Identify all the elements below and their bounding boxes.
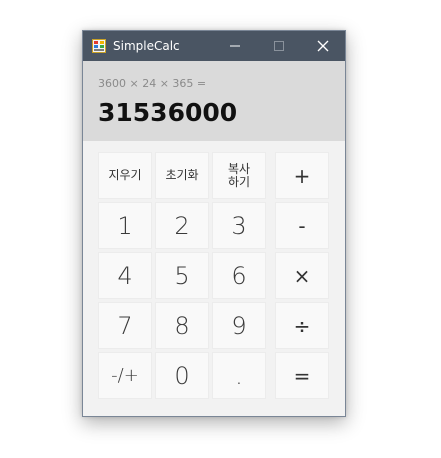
digit-9-label: 9 <box>231 311 247 340</box>
minimize-icon <box>230 45 240 47</box>
digit-8-label: 8 <box>174 311 190 340</box>
decimal-point-label: . <box>235 361 243 390</box>
title-bar[interactable]: SimpleCalc <box>83 31 345 61</box>
copy-button[interactable]: 복사 하기 <box>212 152 266 199</box>
digit-9-button[interactable]: 9 <box>212 302 266 349</box>
digit-7-label: 7 <box>117 311 133 340</box>
calculator-app-icon <box>92 39 106 53</box>
clear-button[interactable]: 지우기 <box>98 152 152 199</box>
copy-label: 복사 하기 <box>227 161 251 189</box>
minus-button[interactable]: - <box>275 202 329 249</box>
display-panel: 3600 × 24 × 365 = 31536000 <box>83 61 345 141</box>
multiply-label: × <box>293 263 311 288</box>
digit-4-label: 4 <box>117 261 133 290</box>
digit-2-label: 2 <box>174 211 190 240</box>
maximize-icon <box>274 41 284 51</box>
negate-label: -/+ <box>111 365 139 386</box>
digit-6-label: 6 <box>231 261 247 290</box>
digit-0-label: 0 <box>174 361 190 390</box>
digit-4-button[interactable]: 4 <box>98 252 152 299</box>
reset-button[interactable]: 초기화 <box>155 152 209 199</box>
plus-label: + <box>293 163 311 188</box>
digit-6-button[interactable]: 6 <box>212 252 266 299</box>
maximize-button[interactable] <box>257 31 301 61</box>
expression-text: 3600 × 24 × 365 = <box>98 77 207 90</box>
digit-2-button[interactable]: 2 <box>155 202 209 249</box>
window-title: SimpleCalc <box>113 39 180 53</box>
negate-button[interactable]: -/+ <box>98 352 152 399</box>
result-text: 31536000 <box>98 98 238 127</box>
divide-button[interactable]: ÷ <box>275 302 329 349</box>
close-button[interactable] <box>301 31 345 61</box>
close-icon <box>317 40 329 52</box>
minus-label: - <box>298 213 306 238</box>
clear-label: 지우기 <box>108 168 142 182</box>
multiply-button[interactable]: × <box>275 252 329 299</box>
digit-3-button[interactable]: 3 <box>212 202 266 249</box>
equals-label: = <box>293 363 311 388</box>
digit-5-button[interactable]: 5 <box>155 252 209 299</box>
calculator-window: SimpleCalc 3600 × 24 × 365 = 31536000 지우… <box>82 30 346 417</box>
equals-button[interactable]: = <box>275 352 329 399</box>
digit-0-button[interactable]: 0 <box>155 352 209 399</box>
digit-1-label: 1 <box>117 211 133 240</box>
digit-7-button[interactable]: 7 <box>98 302 152 349</box>
plus-button[interactable]: + <box>275 152 329 199</box>
digit-1-button[interactable]: 1 <box>98 202 152 249</box>
decimal-point-button[interactable]: . <box>212 352 266 399</box>
minimize-button[interactable] <box>213 31 257 61</box>
digit-5-label: 5 <box>174 261 190 290</box>
reset-label: 초기화 <box>165 168 199 182</box>
digit-8-button[interactable]: 8 <box>155 302 209 349</box>
digit-3-label: 3 <box>231 211 247 240</box>
divide-label: ÷ <box>293 313 311 338</box>
